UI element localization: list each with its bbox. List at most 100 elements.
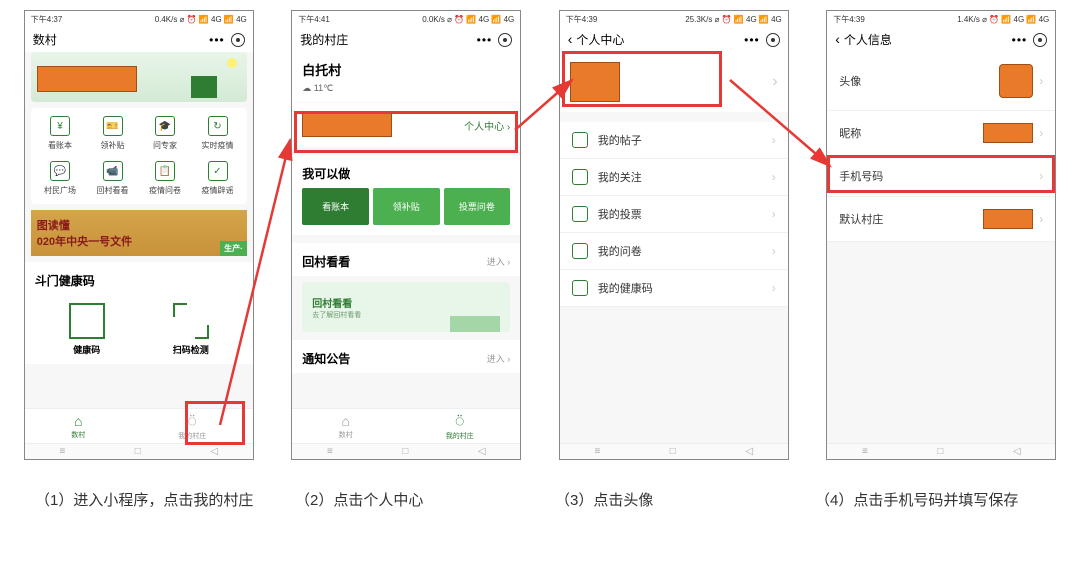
nav-my-village[interactable]: ⍥我的村庄 (178, 413, 206, 441)
ad-banner[interactable]: 图读懂 020年中央一号文件 生产· (31, 210, 247, 256)
my-follows[interactable]: 我的关注› (560, 159, 788, 196)
home-icon[interactable]: □ (937, 446, 943, 457)
house-icon (191, 76, 217, 98)
plaza-icon: 💬 (50, 161, 70, 181)
more-icon[interactable]: ••• (209, 33, 225, 47)
my-votes[interactable]: 我的投票› (560, 196, 788, 233)
back-icon[interactable]: ‹ (568, 31, 573, 47)
enter-link[interactable]: 进入 › (487, 255, 511, 268)
grid-item[interactable]: 💬村民广场 (35, 157, 86, 200)
avatar-redacted (570, 62, 620, 102)
subsidy-button[interactable]: 领补贴 (373, 188, 440, 225)
avatar-row[interactable]: › (560, 52, 788, 112)
more-icon[interactable]: ••• (477, 33, 493, 47)
back-icon[interactable]: ◁ (745, 446, 753, 457)
close-icon[interactable] (1033, 33, 1047, 47)
android-nav: ≡ □ ◁ (292, 443, 520, 459)
post-icon (572, 132, 588, 148)
home-icon[interactable]: □ (135, 446, 141, 457)
back-icon[interactable]: ◁ (210, 446, 218, 457)
close-icon[interactable] (231, 33, 245, 47)
my-surveys[interactable]: 我的问卷› (560, 233, 788, 270)
chevron-icon: › (772, 73, 777, 91)
feature-grid: ¥看账本 🎫领补贴 🎓问专家 ↻实时疫情 💬村民广场 📹回村看看 📋疫情问卷 ✓… (31, 108, 247, 204)
nav-my-village[interactable]: ⍥我的村庄 (446, 413, 474, 441)
return-card[interactable]: 回村看看 去了解回村看看 (302, 282, 510, 332)
redacted-avatar (999, 64, 1033, 98)
back-icon[interactable]: ‹ (835, 31, 840, 47)
recent-icon[interactable]: ≡ (594, 446, 600, 457)
android-nav: ≡ □ ◁ (25, 443, 253, 459)
row-nickname[interactable]: 昵称 › (827, 111, 1055, 156)
status-bar: 下午4:39 25.3K/s ⌀ ⏰ 📶 4G 📶 4G (560, 11, 788, 27)
back-icon[interactable]: ◁ (1013, 446, 1021, 457)
bottom-nav: ⌂数村 ⍥我的村庄 (292, 408, 520, 443)
grid-item[interactable]: 🎫领补贴 (87, 112, 138, 155)
page-title: 个人中心 (576, 33, 624, 47)
ad-line2: 020年中央一号文件 (37, 233, 247, 249)
village-name: 白托村 (302, 60, 510, 79)
personal-center-link[interactable]: 个人中心 › (464, 118, 510, 133)
home-icon: ⌂ (342, 413, 350, 429)
home-icon[interactable]: □ (670, 446, 676, 457)
grid-item[interactable]: ✓疫情辟谣 (192, 157, 243, 200)
nav-home[interactable]: ⌂数村 (71, 413, 85, 441)
indicators: 0.4K/s ⌀ ⏰ 📶 4G 📶 4G (155, 15, 247, 24)
ad-tag: 生产· (220, 241, 247, 256)
ad-line1: 图读懂 (37, 217, 247, 233)
subsidy-icon: 🎫 (103, 116, 123, 136)
profile-row[interactable]: 个人中心 › (292, 103, 520, 147)
row-phone[interactable]: 手机号码 › (827, 156, 1055, 197)
caption-2: （2）点击个人中心 (295, 490, 525, 513)
my-health-code[interactable]: 我的健康码› (560, 270, 788, 307)
health-qr[interactable]: 健康码 (69, 303, 105, 356)
vote-button[interactable]: 投票问卷 (444, 188, 511, 225)
grid-item[interactable]: 📹回村看看 (87, 157, 138, 200)
grid-item[interactable]: 🎓问专家 (140, 112, 191, 155)
close-icon[interactable] (766, 33, 780, 47)
status-bar: 下午4:39 1.4K/s ⌀ ⏰ 📶 4G 📶 4G (827, 11, 1055, 27)
chevron-icon: › (1039, 212, 1043, 226)
row-avatar[interactable]: 头像 › (827, 52, 1055, 111)
grid-item[interactable]: ↻实时疫情 (192, 112, 243, 155)
qr-icon (69, 303, 105, 339)
page-title: 我的村庄 (300, 31, 348, 48)
epidemic-icon: ↻ (208, 116, 228, 136)
person-icon: ⍥ (188, 413, 196, 430)
nav-home[interactable]: ⌂数村 (339, 413, 353, 441)
chevron-icon: › (772, 170, 776, 184)
row-default-village[interactable]: 默认村庄 › (827, 197, 1055, 242)
time: 下午4:39 (833, 14, 865, 25)
screen-1: 下午4:37 0.4K/s ⌀ ⏰ 📶 4G 📶 4G 数村 ••• ¥看账本 … (24, 10, 254, 460)
scan-qr[interactable]: 扫码检测 (173, 303, 209, 356)
enter-link[interactable]: 进入 › (487, 352, 511, 365)
more-icon[interactable]: ••• (744, 33, 760, 47)
my-posts[interactable]: 我的帖子› (560, 122, 788, 159)
camera-icon: 📹 (103, 161, 123, 181)
back-icon[interactable]: ◁ (478, 446, 486, 457)
time: 下午4:37 (31, 14, 63, 25)
action-buttons: 看账本 领补贴 投票问卷 (292, 188, 520, 235)
chevron-icon: › (772, 207, 776, 221)
captions: （1）进入小程序，点击我的村庄 （2）点击个人中心 （3）点击头像 （4）点击手… (0, 470, 1080, 513)
section-return-village: 回村看看 进入 › (292, 243, 520, 276)
status-bar: 下午4:41 0.0K/s ⌀ ⏰ 📶 4G 📶 4G (292, 11, 520, 27)
section-i-can-do: 我可以做 (292, 155, 520, 188)
indicators: 25.3K/s ⌀ ⏰ 📶 4G 📶 4G (685, 15, 782, 24)
recent-icon[interactable]: ≡ (327, 446, 333, 457)
home-icon[interactable]: □ (402, 446, 408, 457)
redacted-username (302, 113, 392, 137)
grid-item[interactable]: ¥看账本 (35, 112, 86, 155)
screen-3: 下午4:39 25.3K/s ⌀ ⏰ 📶 4G 📶 4G ‹个人中心 ••• ›… (559, 10, 789, 460)
grid-item[interactable]: 📋疫情问卷 (140, 157, 191, 200)
more-icon[interactable]: ••• (1012, 33, 1028, 47)
redacted-village (983, 209, 1033, 229)
close-icon[interactable] (498, 33, 512, 47)
vote-icon (572, 206, 588, 222)
ledger-button[interactable]: 看账本 (302, 188, 369, 225)
recent-icon[interactable]: ≡ (59, 446, 65, 457)
page-title: 数村 (33, 31, 57, 48)
recent-icon[interactable]: ≡ (862, 446, 868, 457)
caption-3: （3）点击头像 (555, 490, 785, 513)
app-header: ‹个人中心 ••• (560, 27, 788, 52)
